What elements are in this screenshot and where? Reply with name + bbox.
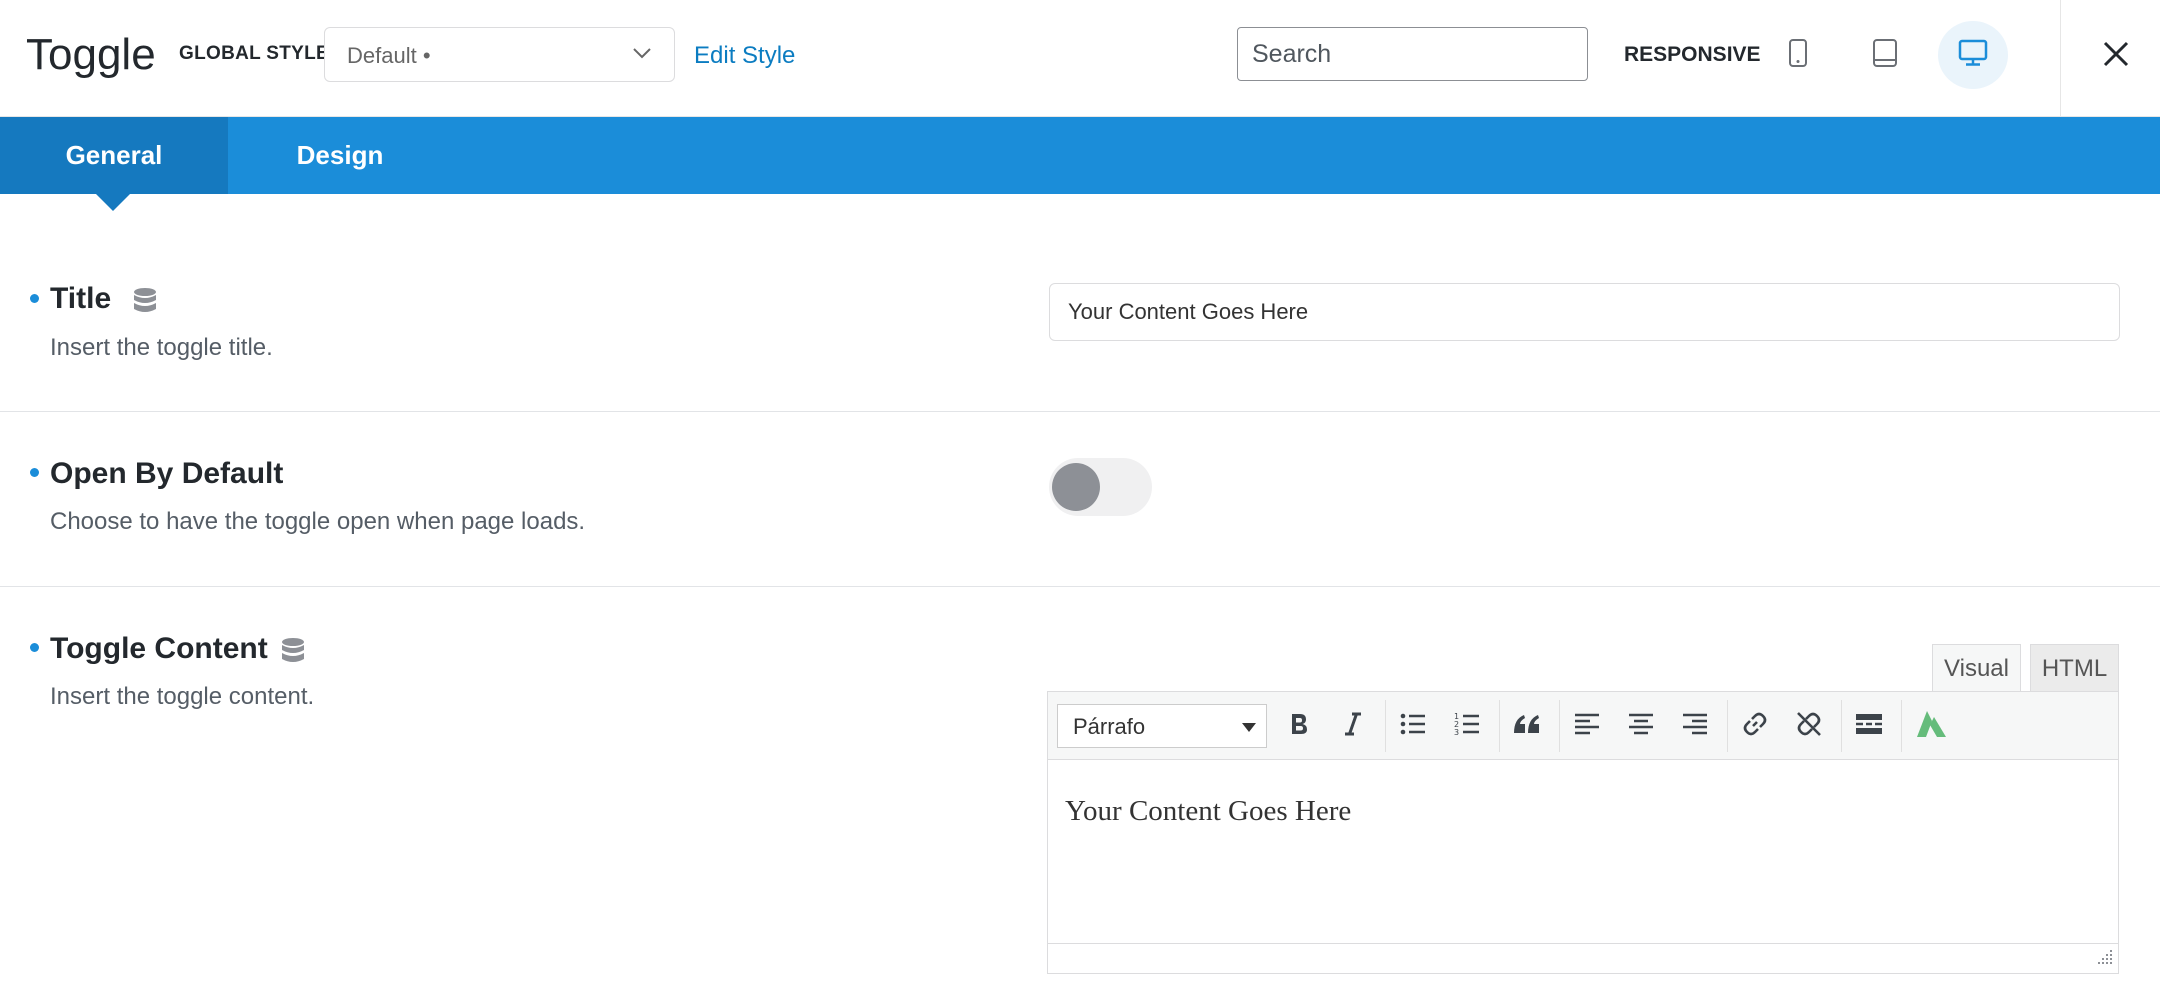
mobile-preview-button[interactable] <box>1763 23 1833 87</box>
phone-icon <box>1787 38 1809 73</box>
toggle-content-description: Insert the toggle content. <box>50 683 315 710</box>
bullet-list-icon <box>1400 712 1426 741</box>
align-left-button[interactable] <box>1565 704 1609 748</box>
resize-handle-icon[interactable] <box>2098 948 2114 969</box>
toolbar-separator <box>1727 700 1728 752</box>
dynamic-data-icon[interactable] <box>281 637 305 670</box>
rich-text-editor: Párrafo 123 Your Content Goes Here <box>1047 691 2119 974</box>
editor-tab-html[interactable]: HTML <box>2030 644 2119 692</box>
tablet-icon <box>1872 38 1898 73</box>
responsive-label: RESPONSIVE <box>1624 43 1761 66</box>
unlink-icon <box>1795 710 1823 743</box>
format-select-value: Párrafo <box>1073 714 1146 739</box>
read-more-icon <box>1855 712 1883 741</box>
toolbar-separator <box>1385 700 1386 752</box>
close-icon <box>2102 40 2130 73</box>
header-divider <box>2060 0 2061 117</box>
align-right-button[interactable] <box>1673 704 1717 748</box>
title-label: Title <box>50 282 112 315</box>
open-by-default-description: Choose to have the toggle open when page… <box>50 508 586 535</box>
editor-tab-visual[interactable]: Visual <box>1932 644 2021 692</box>
desktop-icon <box>1958 39 1988 72</box>
blockquote-button[interactable] <box>1505 704 1549 748</box>
italic-icon <box>1343 711 1363 742</box>
toggle-content-label: Toggle Content <box>50 632 268 665</box>
close-button[interactable] <box>2094 34 2138 78</box>
avada-logo-icon <box>1915 709 1949 744</box>
option-bullet <box>30 643 39 652</box>
modal-header: Toggle GLOBAL STYLE Default • Edit Style… <box>0 0 2160 117</box>
open-by-default-setting: Open By Default Choose to have the toggl… <box>0 412 2160 587</box>
align-right-icon <box>1682 712 1708 741</box>
svg-text:3: 3 <box>1454 728 1459 737</box>
numbered-list-button[interactable]: 123 <box>1445 704 1489 748</box>
settings-tabbar: General Design <box>0 117 2160 194</box>
editor-toolbar: Párrafo 123 <box>1048 692 2118 760</box>
align-center-button[interactable] <box>1619 704 1663 748</box>
align-center-icon <box>1628 712 1654 741</box>
bold-button[interactable] <box>1277 704 1321 748</box>
numbered-list-icon: 123 <box>1454 711 1480 742</box>
link-icon <box>1741 710 1769 743</box>
italic-button[interactable] <box>1331 704 1375 748</box>
desktop-preview-button[interactable] <box>1938 21 2008 89</box>
title-setting: Title Insert the toggle title. <box>0 194 2160 412</box>
caret-down-icon <box>1242 723 1256 732</box>
global-style-value: Default • <box>347 43 431 68</box>
read-more-button[interactable] <box>1847 704 1891 748</box>
toolbar-separator <box>1499 700 1500 752</box>
open-by-default-label: Open By Default <box>50 457 284 490</box>
toolbar-separator <box>1841 700 1842 752</box>
toolbar-separator <box>1559 700 1560 752</box>
edit-style-link[interactable]: Edit Style <box>694 42 795 70</box>
toolbar-separator <box>1901 700 1902 752</box>
editor-statusbar <box>1048 943 2118 973</box>
modal-title: Toggle <box>26 30 156 79</box>
avada-shortcode-button[interactable] <box>1910 704 1954 748</box>
option-bullet <box>30 294 39 303</box>
tab-design[interactable]: Design <box>228 117 452 194</box>
global-style-label: GLOBAL STYLE <box>179 43 329 64</box>
bullet-list-button[interactable] <box>1391 704 1435 748</box>
search-input[interactable] <box>1237 27 1588 81</box>
align-left-icon <box>1574 712 1600 741</box>
title-input[interactable] <box>1049 283 2120 341</box>
paragraph-format-select[interactable]: Párrafo <box>1057 704 1267 748</box>
toggle-knob <box>1052 463 1100 511</box>
dynamic-data-icon[interactable] <box>133 287 157 320</box>
bold-icon <box>1288 711 1310 742</box>
open-by-default-toggle[interactable] <box>1049 458 1152 516</box>
toggle-content-setting: Toggle Content Insert the toggle content… <box>0 587 2160 1000</box>
option-bullet <box>30 468 39 477</box>
tab-general[interactable]: General <box>0 117 228 194</box>
chevron-down-icon <box>632 46 652 65</box>
insert-link-button[interactable] <box>1733 704 1777 748</box>
global-style-select[interactable]: Default • <box>324 27 675 82</box>
editor-content-area[interactable]: Your Content Goes Here <box>1048 761 2118 939</box>
title-description: Insert the toggle title. <box>50 334 273 361</box>
blockquote-icon <box>1513 713 1541 740</box>
tablet-preview-button[interactable] <box>1850 23 1920 87</box>
remove-link-button[interactable] <box>1787 704 1831 748</box>
